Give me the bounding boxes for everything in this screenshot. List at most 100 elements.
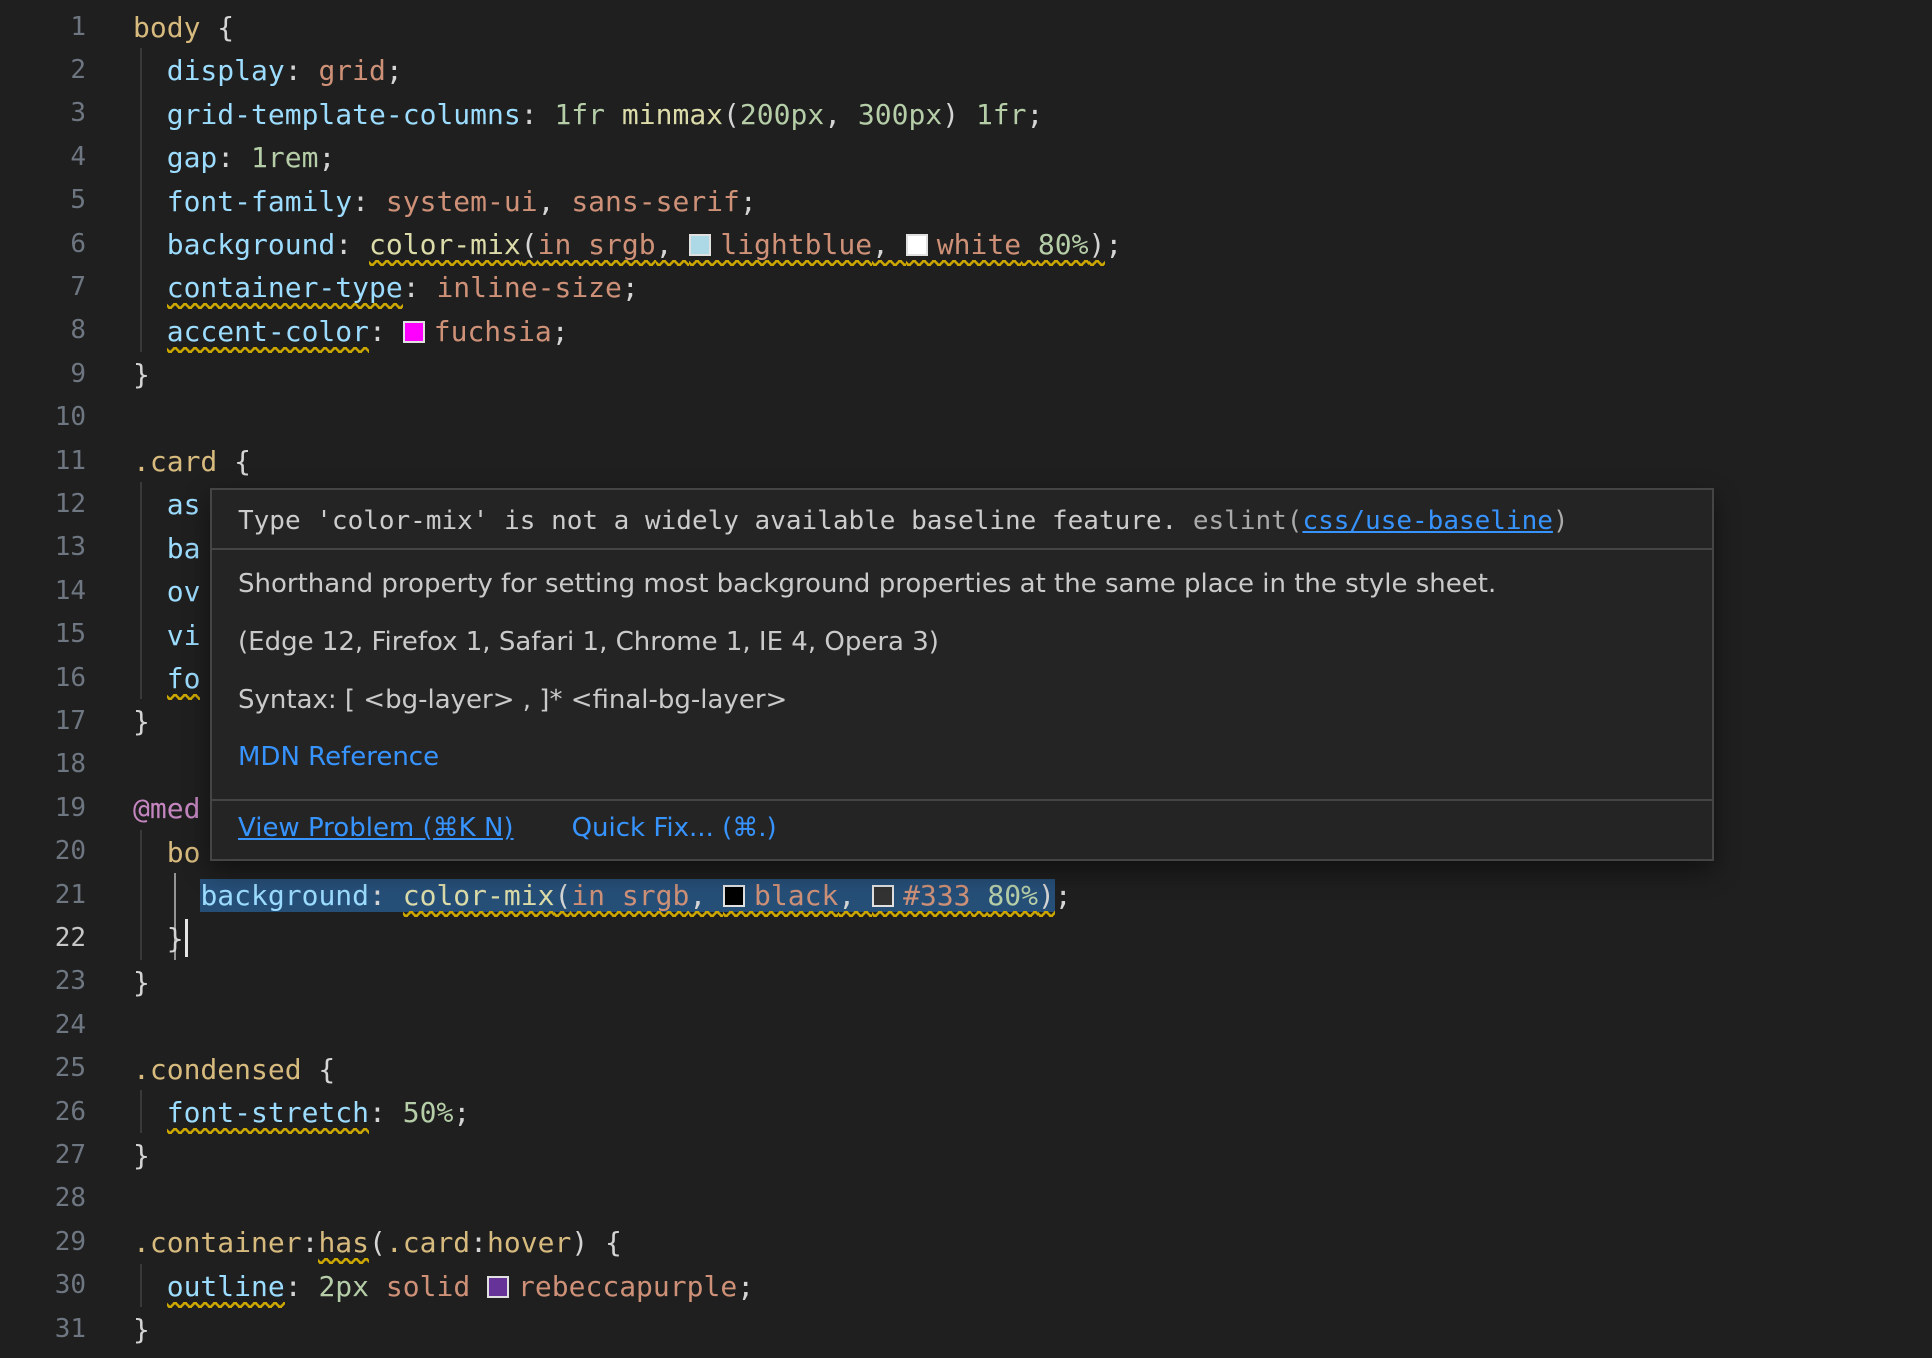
code-line[interactable]: 24 bbox=[0, 1003, 1932, 1046]
color-swatch[interactable] bbox=[403, 321, 425, 343]
code-line[interactable]: 27} bbox=[0, 1133, 1932, 1176]
line-number[interactable]: 5 bbox=[0, 185, 86, 215]
line-number[interactable]: 13 bbox=[0, 532, 86, 562]
line-number[interactable]: 3 bbox=[0, 98, 86, 128]
token: } bbox=[167, 922, 184, 955]
code-line[interactable]: 2 display: grid; bbox=[0, 48, 1932, 91]
docs-syntax: Syntax: [ <bg-layer> , ]* <final-bg-laye… bbox=[238, 684, 1686, 718]
line-number[interactable]: 23 bbox=[0, 966, 86, 996]
line-number[interactable]: 15 bbox=[0, 619, 86, 649]
color-swatch[interactable] bbox=[906, 234, 928, 256]
line-number[interactable]: 29 bbox=[0, 1227, 86, 1257]
line-number[interactable]: 16 bbox=[0, 663, 86, 693]
token: .condensed bbox=[133, 1053, 302, 1086]
line-number[interactable]: 17 bbox=[0, 706, 86, 736]
line-number[interactable]: 11 bbox=[0, 446, 86, 476]
line-number[interactable]: 18 bbox=[0, 749, 86, 779]
code-text: outline: 2px solid rebeccapurple; bbox=[133, 1268, 754, 1303]
line-number[interactable]: 2 bbox=[0, 55, 86, 85]
code-line[interactable]: 30 outline: 2px solid rebeccapurple; bbox=[0, 1264, 1932, 1307]
code-text: } bbox=[133, 919, 188, 957]
token: 1rem bbox=[251, 141, 318, 174]
code-line[interactable]: 5 font-family: system-ui, sans-serif; bbox=[0, 179, 1932, 222]
code-line[interactable]: 7 container-type: inline-size; bbox=[0, 265, 1932, 308]
quick-fix-button[interactable]: Quick Fix... (⌘.) bbox=[572, 813, 777, 843]
code-text: .card { bbox=[133, 443, 251, 478]
line-number[interactable]: 27 bbox=[0, 1140, 86, 1170]
code-line[interactable]: 3 grid-template-columns: 1fr minmax(200p… bbox=[0, 92, 1932, 135]
docs-description: Shorthand property for setting most back… bbox=[238, 568, 1686, 602]
line-number[interactable]: 10 bbox=[0, 402, 86, 432]
line-number[interactable]: 24 bbox=[0, 1010, 86, 1040]
code-text: } bbox=[133, 704, 150, 739]
line-number[interactable]: 26 bbox=[0, 1097, 86, 1127]
code-line[interactable]: 1 body { bbox=[0, 5, 1932, 48]
line-number[interactable]: 22 bbox=[0, 923, 86, 953]
code-line[interactable]: 8 accent-color: fuchsia; bbox=[0, 309, 1932, 352]
code-text: body { bbox=[133, 9, 234, 44]
line-number[interactable]: 8 bbox=[0, 315, 86, 345]
code-line[interactable]: 4 gap: 1rem; bbox=[0, 135, 1932, 178]
token: ; bbox=[552, 315, 569, 348]
code-line[interactable]: 29.container:has(.card:hover) { bbox=[0, 1220, 1932, 1263]
line-number[interactable]: 9 bbox=[0, 359, 86, 389]
code-line[interactable]: 25.condensed { bbox=[0, 1047, 1932, 1090]
token bbox=[133, 532, 167, 565]
hover-action-bar: View Problem (⌘K N) Quick Fix... (⌘.) bbox=[212, 801, 1712, 859]
code-line[interactable]: 21 background: color-mix(in srgb, black,… bbox=[0, 873, 1932, 916]
code-line[interactable]: 31} bbox=[0, 1307, 1932, 1350]
color-swatch[interactable] bbox=[723, 885, 745, 907]
diagnostic-message: Type 'color-mix' is not a widely availab… bbox=[212, 490, 1712, 548]
token: solid bbox=[386, 1270, 470, 1303]
code-text: ov bbox=[133, 574, 200, 609]
code-line[interactable]: 9} bbox=[0, 352, 1932, 395]
token: ) bbox=[1089, 228, 1106, 261]
color-swatch[interactable] bbox=[689, 234, 711, 256]
token: fo bbox=[167, 662, 201, 695]
line-number[interactable]: 25 bbox=[0, 1053, 86, 1083]
code-line[interactable]: 22 } bbox=[0, 916, 1932, 959]
line-number[interactable]: 1 bbox=[0, 12, 86, 42]
token bbox=[133, 488, 167, 521]
code-line[interactable]: 6 background: color-mix(in srgb, lightbl… bbox=[0, 222, 1932, 265]
line-number[interactable]: 7 bbox=[0, 272, 86, 302]
code-text: background: color-mix(in srgb, black, #3… bbox=[133, 877, 1072, 912]
line-number[interactable]: 19 bbox=[0, 793, 86, 823]
token: outline bbox=[167, 1270, 285, 1303]
view-problem-button[interactable]: View Problem (⌘K N) bbox=[238, 813, 514, 843]
token bbox=[470, 1270, 487, 1303]
token: #333 bbox=[872, 879, 970, 912]
lint-rule-link[interactable]: css/use-baseline bbox=[1302, 506, 1552, 536]
line-number[interactable]: 6 bbox=[0, 229, 86, 259]
token bbox=[605, 98, 622, 131]
token: ov bbox=[167, 575, 201, 608]
token bbox=[133, 315, 167, 348]
line-number[interactable]: 20 bbox=[0, 836, 86, 866]
line-number[interactable]: 31 bbox=[0, 1314, 86, 1344]
token: } bbox=[133, 358, 150, 391]
line-number[interactable]: 4 bbox=[0, 142, 86, 172]
token bbox=[971, 879, 988, 912]
line-number[interactable]: 14 bbox=[0, 576, 86, 606]
code-line[interactable]: 10 bbox=[0, 396, 1932, 439]
token: { bbox=[200, 11, 234, 44]
editor[interactable]: 1 body { 2 display: grid;3 grid-template-c… bbox=[0, 0, 1932, 1358]
token: .card bbox=[386, 1226, 470, 1259]
token: sans-serif bbox=[571, 185, 740, 218]
line-number[interactable]: 30 bbox=[0, 1270, 86, 1300]
line-number[interactable]: 28 bbox=[0, 1183, 86, 1213]
token: fuchsia bbox=[403, 315, 552, 348]
code-line[interactable]: 11 .card { bbox=[0, 439, 1932, 482]
color-swatch[interactable] bbox=[872, 885, 894, 907]
mdn-reference-link[interactable]: MDN Reference bbox=[238, 742, 439, 772]
code-line[interactable]: 28 bbox=[0, 1177, 1932, 1220]
code-line[interactable]: 26 font-stretch: 50%; bbox=[0, 1090, 1932, 1133]
docs-browser-support: (Edge 12, Firefox 1, Safari 1, Chrome 1,… bbox=[238, 626, 1686, 660]
color-swatch[interactable] bbox=[487, 1276, 509, 1298]
line-number[interactable]: 12 bbox=[0, 489, 86, 519]
code-line[interactable]: 23} bbox=[0, 960, 1932, 1003]
line-number[interactable]: 21 bbox=[0, 880, 86, 910]
token: : bbox=[521, 98, 555, 131]
token bbox=[133, 54, 167, 87]
token: ) bbox=[571, 1226, 588, 1259]
